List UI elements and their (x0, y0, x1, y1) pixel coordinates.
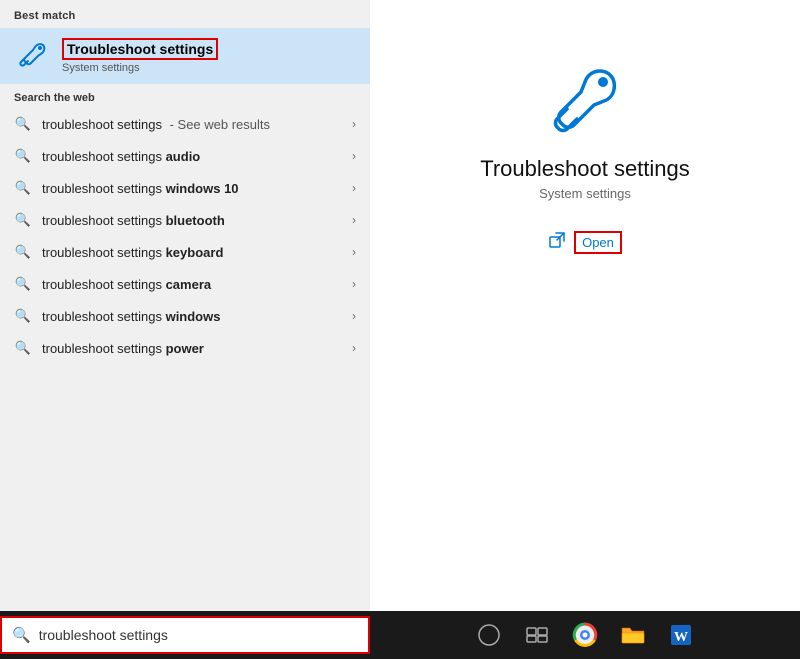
best-match-title: Troubleshoot settings (62, 38, 218, 60)
open-button[interactable]: Open (574, 231, 622, 254)
chevron-icon: › (352, 309, 356, 323)
best-match-label: Best match (0, 0, 370, 28)
search-item-text: troubleshoot settings camera (42, 277, 352, 292)
search-icon: 🔍 (14, 339, 32, 357)
search-icon: 🔍 (14, 243, 32, 261)
search-item-power[interactable]: 🔍 troubleshoot settings power › (0, 332, 370, 364)
right-subtitle: System settings (539, 186, 631, 201)
search-item-sub: - See web results (166, 117, 270, 132)
search-item-windows[interactable]: 🔍 troubleshoot settings windows › (0, 300, 370, 332)
search-item-text: troubleshoot settings audio (42, 149, 352, 164)
search-item-audio[interactable]: 🔍 troubleshoot settings audio › (0, 140, 370, 172)
chevron-icon: › (352, 213, 356, 227)
search-item-text: troubleshoot settings windows (42, 309, 352, 324)
search-icon: 🔍 (14, 179, 32, 197)
open-icon (548, 231, 566, 254)
open-button-wrap: Open (548, 231, 622, 254)
right-title: Troubleshoot settings (480, 156, 690, 182)
search-item-text: troubleshoot settings windows 10 (42, 181, 352, 196)
search-item-windows10[interactable]: 🔍 troubleshoot settings windows 10 › (0, 172, 370, 204)
taskbar-word-icon[interactable]: W (667, 621, 695, 649)
taskbar-explorer-icon[interactable] (619, 621, 647, 649)
taskbar: 🔍 (0, 611, 800, 659)
chevron-icon: › (352, 277, 356, 291)
chevron-icon: › (352, 245, 356, 259)
right-panel: Troubleshoot settings System settings Op… (370, 0, 800, 611)
search-icon: 🔍 (14, 307, 32, 325)
search-item-text: troubleshoot settings power (42, 341, 352, 356)
taskbar-taskview-icon[interactable] (523, 621, 551, 649)
taskbar-search[interactable]: 🔍 (0, 616, 370, 654)
web-section-label: Search the web (0, 84, 370, 108)
search-item-camera[interactable]: 🔍 troubleshoot settings camera › (0, 268, 370, 300)
taskbar-search-input[interactable] (39, 627, 358, 643)
search-item-text: troubleshoot settings keyboard (42, 245, 352, 260)
wrench-icon (14, 38, 50, 74)
chevron-icon: › (352, 181, 356, 195)
best-match-text: Troubleshoot settings System settings (62, 38, 218, 74)
best-match-subtitle: System settings (62, 62, 218, 74)
search-icon: 🔍 (14, 115, 32, 133)
search-icon: 🔍 (14, 147, 32, 165)
main-area: Best match Troubleshoot settings System … (0, 0, 800, 611)
left-panel: Best match Troubleshoot settings System … (0, 0, 370, 611)
taskbar-chrome-icon[interactable] (571, 621, 599, 649)
svg-text:W: W (674, 630, 688, 645)
search-item-bluetooth[interactable]: 🔍 troubleshoot settings bluetooth › (0, 204, 370, 236)
search-icon: 🔍 (14, 211, 32, 229)
search-icon: 🔍 (14, 275, 32, 293)
taskbar-right: W (370, 621, 800, 649)
search-item-text: troubleshoot settings bluetooth (42, 213, 352, 228)
chevron-icon: › (352, 149, 356, 163)
search-item-text: troubleshoot settings - See web results (42, 117, 352, 132)
chevron-icon: › (352, 117, 356, 131)
search-item-web-results[interactable]: 🔍 troubleshoot settings - See web result… (0, 108, 370, 140)
best-match-item[interactable]: Troubleshoot settings System settings (0, 28, 370, 84)
chevron-icon: › (352, 341, 356, 355)
taskbar-start-icon[interactable] (475, 621, 503, 649)
search-item-keyboard[interactable]: 🔍 troubleshoot settings keyboard › (0, 236, 370, 268)
taskbar-search-icon: 🔍 (12, 626, 31, 644)
troubleshoot-icon (545, 60, 625, 140)
